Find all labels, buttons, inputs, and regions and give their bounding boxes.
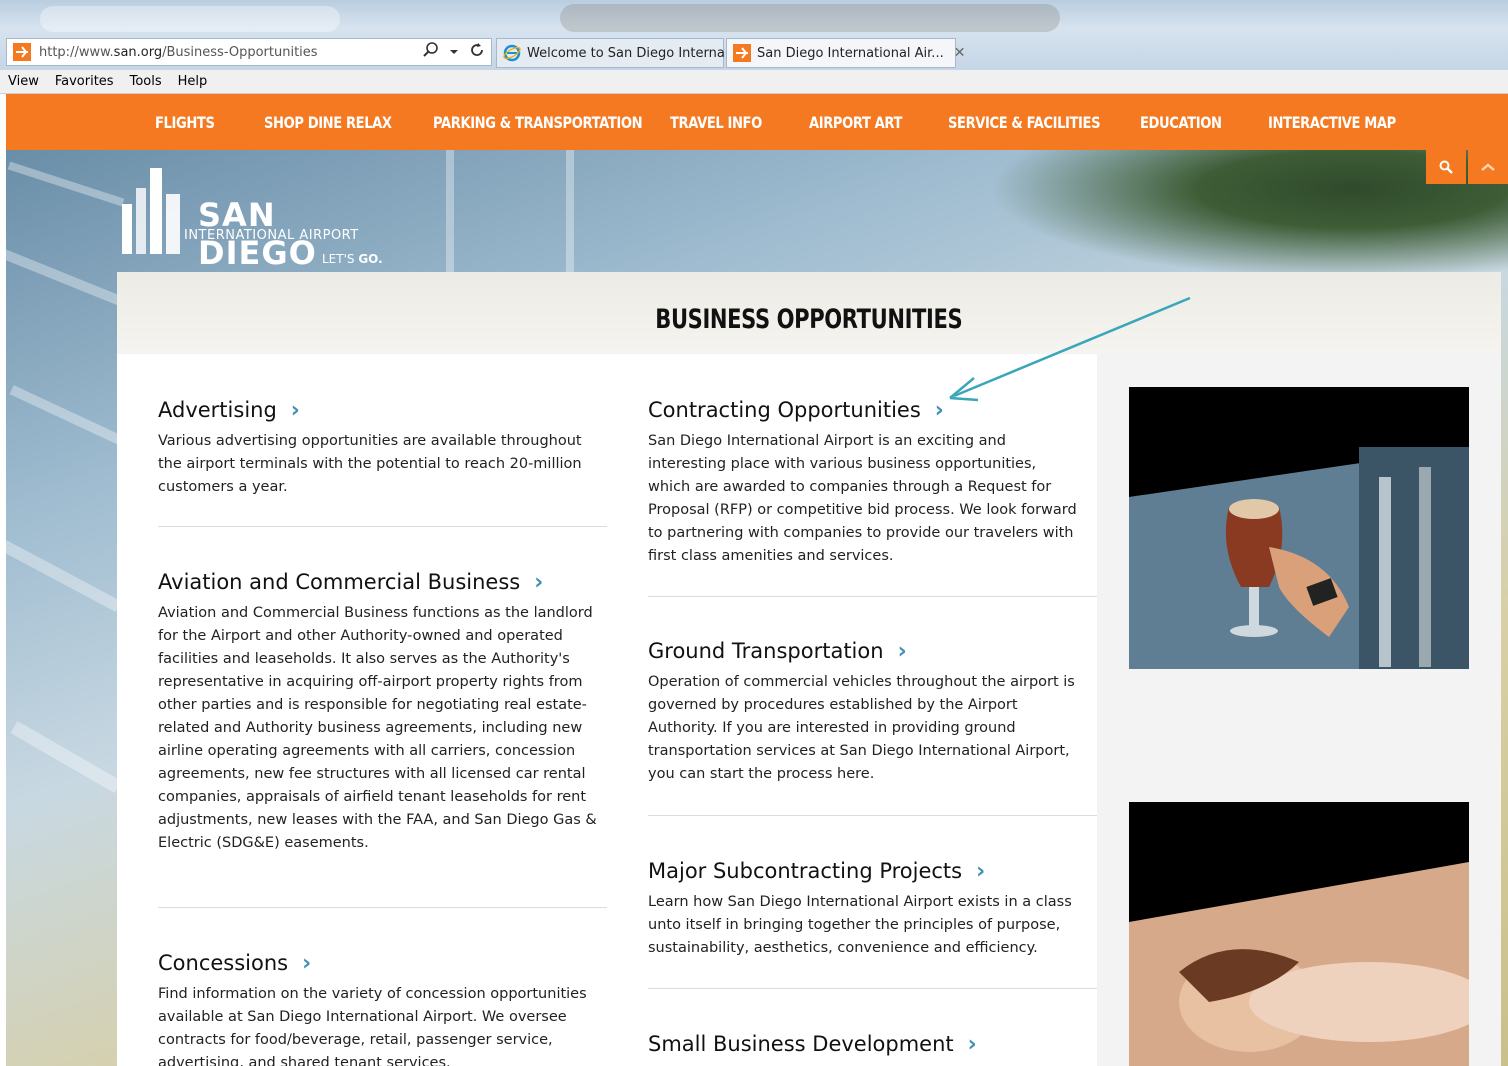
- section-link-aviation-commercial[interactable]: Aviation and Commercial Business ›: [158, 568, 598, 596]
- nav-shop-dine-relax[interactable]: SHOP DINE RELAX: [264, 94, 392, 150]
- promo-image-beer[interactable]: [1129, 387, 1469, 669]
- section-title: Concessions: [158, 951, 289, 975]
- section-title: Advertising: [158, 398, 277, 422]
- chevron-right-icon: ›: [534, 569, 544, 595]
- tab-san-diego-airport[interactable]: San Diego International Air... ✕: [726, 38, 965, 68]
- menu-favorites[interactable]: Favorites: [55, 74, 114, 89]
- nav-flights[interactable]: FLIGHTS: [155, 94, 215, 150]
- section-description: Aviation and Commercial Business functio…: [158, 605, 597, 851]
- dropdown-icon[interactable]: [449, 43, 459, 61]
- section-description: Find information on the variety of conce…: [158, 986, 587, 1066]
- plane-icon: [733, 43, 751, 63]
- url-text[interactable]: http://www.san.org/Business-Opportunitie…: [39, 45, 423, 60]
- chevron-right-icon: ›: [302, 950, 312, 976]
- nav-service-facilities[interactable]: SERVICE & FACILITIES: [948, 94, 1101, 150]
- divider: [648, 815, 1097, 816]
- chevron-right-icon: ›: [976, 858, 986, 884]
- promo-photo: [1129, 802, 1469, 1066]
- tab-label: Welcome to San Diego Interna...: [527, 45, 738, 61]
- page-title: BUSINESS OPPORTUNITIES: [655, 303, 963, 335]
- search-icon[interactable]: [423, 42, 439, 62]
- tab-welcome[interactable]: Welcome to San Diego Interna...: [496, 38, 737, 68]
- section-link-major-subcontracting[interactable]: Major Subcontracting Projects ›: [648, 857, 1078, 885]
- page-header: BUSINESS OPPORTUNITIES: [117, 272, 1501, 354]
- promo-photo: [1129, 387, 1469, 669]
- section-description: Learn how San Diego International Airpor…: [648, 894, 1072, 956]
- logo-subtitle: INTERNATIONAL AIRPORT: [184, 228, 359, 243]
- chrome-background: [560, 4, 1060, 32]
- internet-explorer-icon: [503, 43, 521, 63]
- section-small-business: Small Business Development ›: [648, 1030, 1078, 1058]
- address-bar[interactable]: http://www.san.org/Business-Opportunitie…: [6, 38, 492, 66]
- tagline-bold: GO.: [358, 252, 383, 266]
- divider: [158, 907, 607, 908]
- plane-icon: [11, 41, 33, 63]
- menu-tools[interactable]: Tools: [130, 74, 162, 89]
- chevron-right-icon: ›: [290, 397, 300, 423]
- section-title: Ground Transportation: [648, 639, 884, 663]
- chevron-right-icon: ›: [897, 638, 907, 664]
- section-aviation-commercial: Aviation and Commercial Business › Aviat…: [158, 568, 598, 855]
- section-description: Operation of commercial vehicles through…: [648, 674, 1075, 782]
- section-contracting: Contracting Opportunities › San Diego In…: [648, 396, 1078, 568]
- main-navigation: FLIGHTS SHOP DINE RELAX PARKING & TRANSP…: [6, 94, 1508, 150]
- nav-airport-art[interactable]: AIRPORT ART: [809, 94, 902, 150]
- nav-parking-transportation[interactable]: PARKING & TRANSPORTATION: [433, 94, 643, 150]
- section-link-ground-transportation[interactable]: Ground Transportation ›: [648, 637, 1078, 665]
- site-search-button[interactable]: [1426, 150, 1466, 184]
- chevron-up-icon: [1481, 163, 1495, 171]
- section-title: Small Business Development: [648, 1032, 954, 1056]
- section-description: Various advertising opportunities are av…: [158, 433, 582, 495]
- section-major-subcontracting: Major Subcontracting Projects › Learn ho…: [648, 857, 1078, 960]
- url-path: /Business-Opportunities: [162, 44, 318, 60]
- url-prefix: http://www.: [39, 44, 114, 60]
- section-title: Major Subcontracting Projects: [648, 859, 963, 883]
- logo-tagline: LET'S GO.: [322, 252, 383, 266]
- divider: [648, 596, 1097, 597]
- section-ground-transportation: Ground Transportation › Operation of com…: [648, 637, 1078, 786]
- section-title: Contracting Opportunities: [648, 398, 921, 422]
- close-icon[interactable]: ✕: [954, 45, 966, 61]
- chrome-background: [40, 6, 340, 32]
- nav-interactive-map[interactable]: INTERACTIVE MAP: [1268, 94, 1396, 150]
- section-concessions: Concessions › Find information on the va…: [158, 949, 598, 1066]
- menu-help[interactable]: Help: [178, 74, 208, 89]
- tab-label: San Diego International Air...: [757, 45, 944, 61]
- url-domain: san.org: [113, 44, 163, 60]
- divider: [158, 526, 607, 527]
- section-description: San Diego International Airport is an ex…: [648, 433, 1077, 564]
- section-link-advertising[interactable]: Advertising ›: [158, 396, 598, 424]
- tagline-text: LET'S: [322, 252, 359, 266]
- search-icon: [1439, 160, 1453, 174]
- logo-mark-icon: [122, 168, 180, 254]
- refresh-icon[interactable]: [469, 42, 485, 62]
- site-logo[interactable]: SAN DIEGO INTERNATIONAL AIRPORT LET'S GO…: [122, 164, 402, 272]
- nav-education[interactable]: EDUCATION: [1140, 94, 1222, 150]
- chevron-right-icon: ›: [967, 1031, 977, 1057]
- nav-travel-info[interactable]: TRAVEL INFO: [670, 94, 762, 150]
- promo-image-spa[interactable]: [1129, 802, 1469, 1066]
- section-title: Aviation and Commercial Business: [158, 570, 521, 594]
- menu-bar: View Favorites Tools Help: [0, 70, 1508, 94]
- section-link-concessions[interactable]: Concessions ›: [158, 949, 598, 977]
- collapse-button[interactable]: [1468, 150, 1508, 184]
- divider: [648, 988, 1097, 989]
- menu-view[interactable]: View: [8, 74, 39, 89]
- section-link-small-business[interactable]: Small Business Development ›: [648, 1030, 1078, 1058]
- section-advertising: Advertising › Various advertising opport…: [158, 396, 598, 499]
